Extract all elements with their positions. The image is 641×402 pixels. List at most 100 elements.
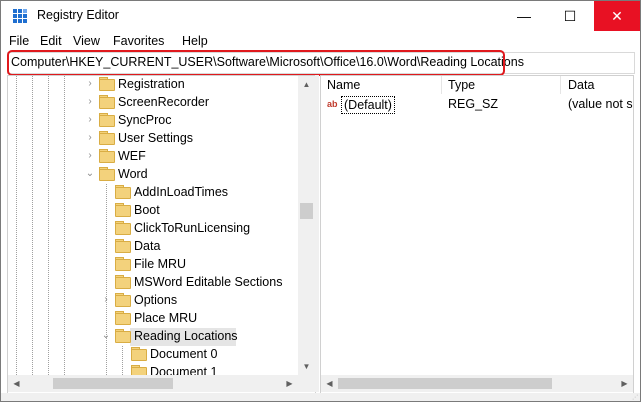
tree-vertical-scrollbar[interactable]: ▲ ▼ xyxy=(298,76,315,375)
maximize-button[interactable]: ☐ xyxy=(547,1,593,31)
scroll-left-icon[interactable]: ◀ xyxy=(8,375,25,392)
values-list[interactable]: Name Type Data ab (Default) REG_SZ (valu… xyxy=(320,75,634,394)
scroll-up-icon[interactable]: ▲ xyxy=(298,76,315,93)
pane-splitter[interactable] xyxy=(315,75,319,392)
address-highlight-annotation xyxy=(7,50,505,76)
tree-item-boot[interactable]: Boot xyxy=(8,202,298,220)
list-horizontal-scrollbar[interactable]: ◀ ▶ xyxy=(321,375,633,392)
value-row[interactable]: ab (Default) REG_SZ (value not set) xyxy=(321,96,633,114)
scroll-left-icon[interactable]: ◀ xyxy=(321,375,338,392)
column-header-data[interactable]: Data xyxy=(568,78,594,96)
menu-edit[interactable]: Edit xyxy=(40,34,62,48)
folder-icon xyxy=(131,349,147,361)
folder-icon xyxy=(115,187,131,199)
tree-item-label: Place MRU xyxy=(134,311,198,325)
column-header-name[interactable]: Name xyxy=(327,78,360,96)
list-horizontal-scroll-thumb[interactable] xyxy=(338,378,552,389)
minimize-button[interactable]: — xyxy=(501,1,547,31)
folder-icon xyxy=(99,133,115,145)
title-bar[interactable]: Registry Editor — ☐ ✕ xyxy=(1,1,640,31)
expand-chevron-icon[interactable]: › xyxy=(100,294,112,306)
status-bar: ⋰ xyxy=(1,393,640,401)
menu-file[interactable]: File xyxy=(9,34,29,48)
tree-item-msword-editable-sections[interactable]: MSWord Editable Sections xyxy=(8,274,298,292)
menu-view[interactable]: View xyxy=(73,34,100,48)
folder-open-icon xyxy=(115,331,131,343)
tree-item-label: MSWord Editable Sections xyxy=(134,275,283,289)
folder-icon xyxy=(99,97,115,109)
tree-item-label: Data xyxy=(134,239,161,253)
folder-icon xyxy=(115,313,131,325)
tree-horizontal-scrollbar[interactable]: ◀ ▶ xyxy=(8,375,315,392)
string-value-icon: ab xyxy=(327,99,338,109)
tree-item-label: Options xyxy=(134,293,178,307)
tree-item-label: AddInLoadTimes xyxy=(134,185,229,199)
tree-item-label: Boot xyxy=(134,203,160,217)
tree-item-screenrecorder[interactable]: › ScreenRecorder xyxy=(8,94,298,112)
tree-item-label: Word xyxy=(118,167,148,181)
tree-item-clicktorunlicensing[interactable]: ClickToRunLicensing xyxy=(8,220,298,238)
registry-editor-icon xyxy=(13,9,27,23)
close-icon: ✕ xyxy=(611,8,623,24)
tree-item-file-mru[interactable]: File MRU xyxy=(8,256,298,274)
menu-help[interactable]: Help xyxy=(182,34,208,48)
column-header-type[interactable]: Type xyxy=(448,78,475,96)
close-button[interactable]: ✕ xyxy=(594,1,640,31)
folder-icon xyxy=(99,151,115,163)
menu-bar: File Edit View Favorites Help xyxy=(1,32,640,51)
folder-icon xyxy=(115,295,131,307)
tree-horizontal-scroll-thumb[interactable] xyxy=(53,378,173,389)
tree-item-label: Document 0 xyxy=(150,347,218,361)
tree-item-label: Reading Locations xyxy=(134,329,238,343)
menu-favorites[interactable]: Favorites xyxy=(113,34,164,48)
folder-open-icon xyxy=(99,169,115,181)
tree-item-label: File MRU xyxy=(134,257,187,271)
value-type: REG_SZ xyxy=(448,97,499,111)
registry-key-tree[interactable]: › Registration › ScreenRecorder › SyncPr… xyxy=(7,75,316,394)
collapse-chevron-icon[interactable]: ⌄ xyxy=(84,168,96,180)
folder-icon xyxy=(115,277,131,289)
expand-chevron-icon[interactable]: › xyxy=(84,150,96,162)
tree-item-registration[interactable]: › Registration xyxy=(8,76,298,94)
expand-chevron-icon[interactable]: › xyxy=(84,132,96,144)
tree-item-reading-locations[interactable]: ⌄ Reading Locations xyxy=(8,328,298,346)
folder-icon xyxy=(115,205,131,217)
tree-item-addinloadtimes[interactable]: AddInLoadTimes xyxy=(8,184,298,202)
folder-icon xyxy=(115,259,131,271)
expand-chevron-icon[interactable]: › xyxy=(84,78,96,90)
tree-item-document-0[interactable]: Document 0 xyxy=(8,346,298,364)
tree-item-user-settings[interactable]: › User Settings xyxy=(8,130,298,148)
scroll-right-icon[interactable]: ▶ xyxy=(616,375,633,392)
scroll-down-icon[interactable]: ▼ xyxy=(298,358,315,375)
tree-item-syncproc[interactable]: › SyncProc xyxy=(8,112,298,130)
tree-item-label: ScreenRecorder xyxy=(118,95,210,109)
folder-icon xyxy=(115,241,131,253)
folder-icon xyxy=(99,115,115,127)
window-title: Registry Editor xyxy=(37,8,119,22)
folder-icon xyxy=(99,79,115,91)
tree-item-label: SyncProc xyxy=(118,113,172,127)
expand-chevron-icon[interactable]: › xyxy=(84,96,96,108)
collapse-chevron-icon[interactable]: ⌄ xyxy=(100,330,112,342)
tree-item-label: User Settings xyxy=(118,131,194,145)
tree-item-word[interactable]: ⌄ Word xyxy=(8,166,298,184)
resize-grip-icon[interactable]: ⋰ xyxy=(632,394,638,401)
scroll-right-icon[interactable]: ▶ xyxy=(281,375,298,392)
column-separator[interactable] xyxy=(560,76,561,94)
tree-item-wef[interactable]: › WEF xyxy=(8,148,298,166)
registry-editor-window: Registry Editor — ☐ ✕ File Edit View Fav… xyxy=(0,0,641,402)
tree-vertical-scroll-thumb[interactable] xyxy=(300,203,313,219)
value-data: (value not set) xyxy=(568,97,633,111)
tree-item-options[interactable]: › Options xyxy=(8,292,298,310)
expand-chevron-icon[interactable]: › xyxy=(84,114,96,126)
tree-item-data[interactable]: Data xyxy=(8,238,298,256)
tree-item-label: WEF xyxy=(118,149,146,163)
tree-item-label: Registration xyxy=(118,77,185,91)
maximize-icon: ☐ xyxy=(563,8,577,24)
tree-item-label: ClickToRunLicensing xyxy=(134,221,251,235)
column-separator[interactable] xyxy=(441,76,442,94)
folder-icon xyxy=(115,223,131,235)
tree-item-place-mru[interactable]: Place MRU xyxy=(8,310,298,328)
value-name: (Default) xyxy=(341,96,395,114)
minimize-icon: — xyxy=(517,8,531,24)
